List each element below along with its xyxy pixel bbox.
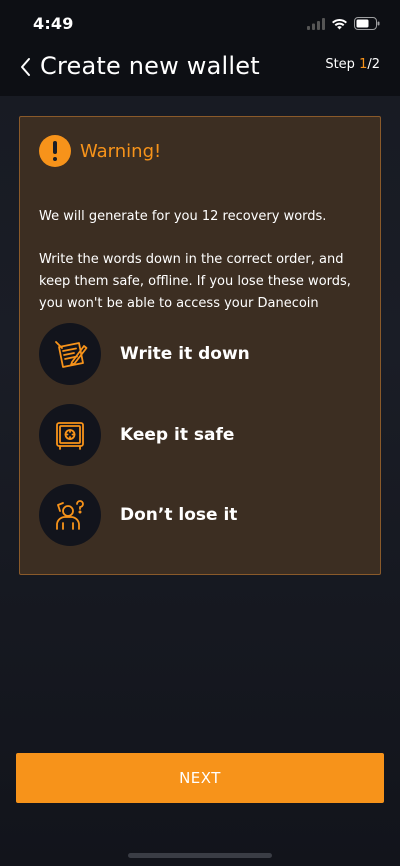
tip-label: Don’t lose it bbox=[120, 505, 238, 525]
step-prefix: Step bbox=[325, 57, 360, 72]
tip-keep-it-safe: Keep it safe bbox=[39, 404, 359, 466]
status-icons bbox=[307, 15, 380, 34]
write-icon bbox=[39, 323, 101, 385]
back-button[interactable] bbox=[14, 54, 36, 84]
step-indicator: Step 1/2 bbox=[325, 54, 380, 76]
tip-label: Keep it safe bbox=[120, 425, 235, 445]
page-title: Create new wallet bbox=[40, 52, 260, 80]
warning-header: Warning! bbox=[39, 135, 161, 167]
next-button[interactable]: NEXT bbox=[16, 753, 384, 803]
signal-icon bbox=[307, 15, 325, 34]
chevron-left-icon bbox=[19, 57, 31, 81]
tip-dont-lose-it: Don’t lose it bbox=[39, 484, 359, 546]
status-time: 4:49 bbox=[33, 14, 74, 33]
confused-person-icon bbox=[39, 484, 101, 546]
exclamation-icon bbox=[39, 135, 71, 167]
tip-label: Write it down bbox=[120, 344, 250, 364]
wifi-icon bbox=[331, 15, 348, 34]
battery-icon bbox=[354, 15, 380, 34]
warning-card: Warning! We will generate for you 12 rec… bbox=[19, 116, 381, 575]
warning-text-details: Write the words down in the correct orde… bbox=[39, 252, 351, 311]
warning-text-intro: We will generate for you 12 recovery wor… bbox=[39, 209, 327, 224]
tip-write-it-down: Write it down bbox=[39, 323, 359, 385]
nav-bar: Create new wallet Step 1/2 bbox=[0, 44, 400, 96]
step-total: /2 bbox=[367, 57, 380, 72]
warning-title: Warning! bbox=[80, 140, 162, 162]
safe-icon bbox=[39, 404, 101, 466]
status-bar: 4:49 bbox=[0, 0, 400, 44]
home-indicator bbox=[128, 853, 272, 858]
